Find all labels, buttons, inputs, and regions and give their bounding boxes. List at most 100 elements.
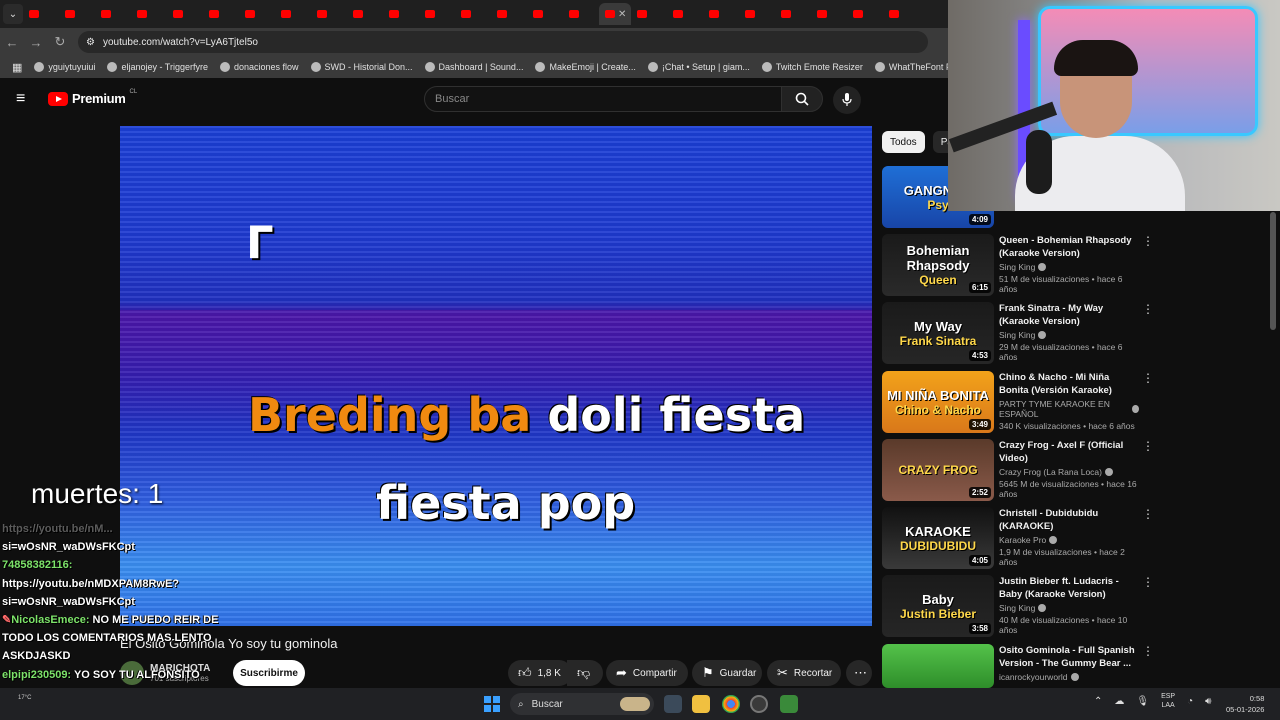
browser-tab[interactable]: [883, 3, 919, 25]
browser-tab[interactable]: [455, 3, 491, 25]
channel-name[interactable]: Crazy Frog (La Rana Loca): [999, 467, 1102, 477]
video-title[interactable]: Frank Sinatra - My Way (Karaoke Version): [999, 302, 1139, 328]
video-thumbnail[interactable]: My Way Frank Sinatra 4:53: [882, 302, 994, 364]
browser-tab[interactable]: [203, 3, 239, 25]
clock[interactable]: 0:58 05-01-2026: [1226, 693, 1264, 715]
recommendation-item[interactable]: Baby Justin Bieber 3:58 Justin Bieber ft. L…: [882, 575, 1154, 637]
browser-tab[interactable]: [667, 3, 703, 25]
bookmark-item[interactable]: yguiytuyuiui: [34, 62, 95, 72]
menu-icon[interactable]: ≡: [16, 91, 32, 107]
browser-tab[interactable]: [347, 3, 383, 25]
clip-button[interactable]: ✂ Recortar: [767, 660, 841, 686]
weather-widget[interactable]: 17°C: [18, 695, 31, 701]
video-title[interactable]: Queen - Bohemian Rhapsody (Karaoke Versi…: [999, 234, 1139, 260]
forward-button[interactable]: →: [24, 35, 48, 50]
recommendation-item[interactable]: MI NIÑA BONITA Chino & Nacho 3:49 Chino & N…: [882, 371, 1154, 433]
more-actions-button[interactable]: ⋯: [846, 660, 872, 686]
microphone-tray-icon[interactable]: 🎙︎: [1136, 696, 1149, 707]
recommendation-item[interactable]: Osito Gominola - Full Spanish Version - …: [882, 644, 1154, 688]
chip-all[interactable]: Todos: [882, 131, 925, 153]
task-view-icon[interactable]: [664, 695, 682, 713]
bookmark-item[interactable]: Dashboard | Sound...: [424, 62, 523, 72]
bookmark-item[interactable]: eljanojey - Triggerfyre: [107, 62, 208, 72]
chrome-icon[interactable]: [722, 695, 740, 713]
browser-tab[interactable]: [491, 3, 527, 25]
recommendation-item[interactable]: Bohemian Rhapsody Queen 6:15 Queen - Bohemi…: [882, 234, 1154, 296]
browser-tab[interactable]: [59, 3, 95, 25]
channel-name[interactable]: Sing King: [999, 330, 1035, 340]
youtube-logo[interactable]: Premium CL: [48, 89, 137, 106]
browser-tab[interactable]: [811, 3, 847, 25]
chevron-up-icon[interactable]: ⌃: [1094, 696, 1102, 707]
save-button[interactable]: ⚑ Guardar: [692, 660, 762, 686]
browser-tab[interactable]: [95, 3, 131, 25]
browser-tab[interactable]: [167, 3, 203, 25]
recommendation-item[interactable]: My Way Frank Sinatra 4:53 Frank Sinatra - M…: [882, 302, 1154, 364]
share-button[interactable]: ➦ Compartir: [606, 660, 688, 686]
more-vert-icon[interactable]: ⋮: [1142, 302, 1154, 316]
bookmark-item[interactable]: ¡Chat • Setup | giam...: [647, 62, 750, 72]
video-title[interactable]: Christell - Dubidubidu (KARAOKE): [999, 507, 1139, 533]
more-vert-icon[interactable]: ⋮: [1142, 439, 1154, 453]
video-thumbnail[interactable]: Baby Justin Bieber 3:58: [882, 575, 994, 637]
video-title[interactable]: Justin Bieber ft. Ludacris - Baby (Karao…: [999, 575, 1139, 601]
browser-tab[interactable]: [419, 3, 455, 25]
more-vert-icon[interactable]: ⋮: [1142, 371, 1154, 385]
network-icon[interactable]: ☁: [1114, 696, 1124, 707]
bookmark-item[interactable]: donaciones flow: [219, 62, 299, 72]
browser-tab[interactable]: [847, 3, 883, 25]
bookmark-item[interactable]: SWD - Historial Don...: [310, 62, 413, 72]
voice-search-button[interactable]: [833, 86, 861, 114]
video-title[interactable]: Crazy Frog - Axel F (Official Video): [999, 439, 1139, 465]
reload-button[interactable]: ↻: [48, 34, 72, 50]
video-thumbnail[interactable]: CRAZY FROG 2:52: [882, 439, 994, 501]
channel-name[interactable]: PARTY TYME KARAOKE EN ESPAÑOL: [999, 399, 1129, 419]
tab-search-button[interactable]: ⌄: [3, 4, 23, 24]
video-thumbnail[interactable]: MI NIÑA BONITA Chino & Nacho 3:49: [882, 371, 994, 433]
browser-tab[interactable]: [383, 3, 419, 25]
browser-tab[interactable]: [23, 3, 59, 25]
page-scrollbar[interactable]: [1270, 212, 1276, 330]
video-thumbnail[interactable]: KARAOKE DUBIDUBIDU 4:05: [882, 507, 994, 569]
search-input[interactable]: Buscar: [424, 86, 782, 112]
browser-tab-active[interactable]: ✕: [599, 3, 631, 25]
browser-tab[interactable]: [131, 3, 167, 25]
video-title[interactable]: Chino & Nacho - Mi Niña Bonita (Versión …: [999, 371, 1139, 397]
browser-tab[interactable]: [275, 3, 311, 25]
apps-grid-icon[interactable]: ▦: [12, 61, 22, 74]
like-button[interactable]: 👍︎ 1,8 K: [508, 660, 572, 686]
search-button[interactable]: [781, 86, 823, 112]
volume-icon[interactable]: 🔊︎: [1205, 696, 1211, 707]
video-thumbnail[interactable]: [882, 644, 994, 688]
windows-start-icon[interactable]: [484, 696, 500, 712]
channel-name[interactable]: Sing King: [999, 262, 1035, 272]
language-indicator[interactable]: ESP LAA: [1161, 692, 1175, 710]
browser-tab[interactable]: [703, 3, 739, 25]
browser-tab[interactable]: [311, 3, 347, 25]
site-info-icon[interactable]: ⚙: [86, 37, 95, 48]
browser-tab[interactable]: [775, 3, 811, 25]
video-thumbnail[interactable]: Bohemian Rhapsody Queen 6:15: [882, 234, 994, 296]
more-vert-icon[interactable]: ⋮: [1142, 507, 1154, 521]
file-explorer-icon[interactable]: [692, 695, 710, 713]
channel-name[interactable]: Karaoke Pro: [999, 535, 1046, 545]
channel-name[interactable]: icanrockyourworld: [999, 672, 1068, 682]
taskbar-search[interactable]: ⌕ Buscar: [510, 693, 654, 715]
browser-tab[interactable]: [631, 3, 667, 25]
close-tab-icon[interactable]: ✕: [618, 9, 626, 20]
video-title[interactable]: Osito Gominola - Full Spanish Version - …: [999, 644, 1139, 670]
recommendation-item[interactable]: KARAOKE DUBIDUBIDU 4:05 Christell - Dubidub…: [882, 507, 1154, 569]
wifi-icon[interactable]: ◔: [1187, 696, 1193, 707]
browser-tab[interactable]: [739, 3, 775, 25]
browser-tab[interactable]: [563, 3, 599, 25]
recommendation-item[interactable]: CRAZY FROG 2:52 Crazy Frog - Axel F (Offic…: [882, 439, 1154, 501]
bookmark-item[interactable]: MakeEmoji | Create...: [535, 62, 636, 72]
bookmark-item[interactable]: Twitch Emote Resizer: [761, 62, 863, 72]
browser-tab[interactable]: [527, 3, 563, 25]
more-vert-icon[interactable]: ⋮: [1142, 234, 1154, 248]
more-vert-icon[interactable]: ⋮: [1142, 575, 1154, 589]
browser-tab[interactable]: [239, 3, 275, 25]
obs-icon[interactable]: [750, 695, 768, 713]
back-button[interactable]: ←: [0, 35, 24, 50]
channel-name[interactable]: Sing King: [999, 603, 1035, 613]
